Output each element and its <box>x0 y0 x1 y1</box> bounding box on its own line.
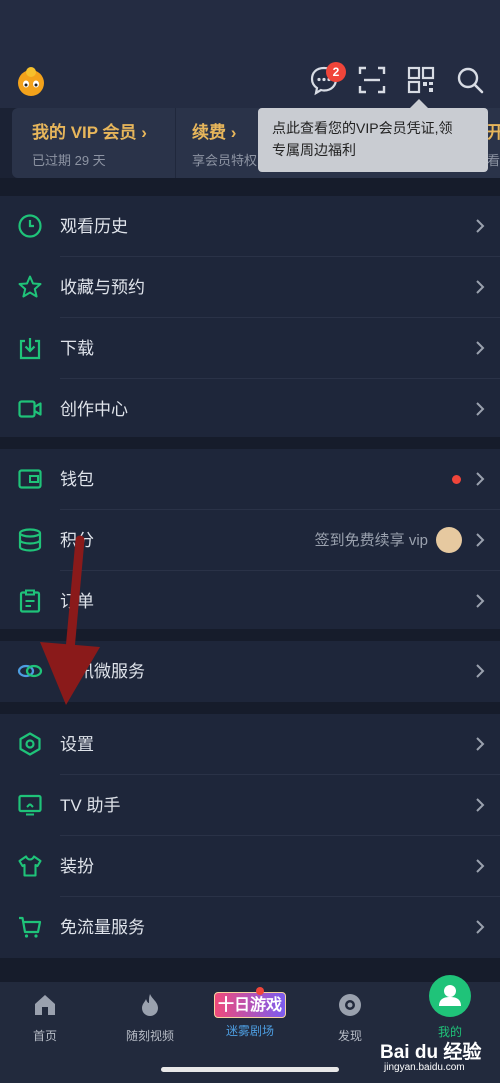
chevron-right-icon <box>476 533 485 547</box>
qrcode-icon[interactable] <box>405 64 437 96</box>
vip-member-card[interactable]: 我的 VIP 会员 › 已过期 29 天 <box>32 118 147 169</box>
menu-label-dressup: 装扮 <box>60 857 94 876</box>
chevron-right-icon <box>476 664 485 678</box>
chevron-right-icon <box>476 859 485 873</box>
profile-icon <box>429 975 471 1017</box>
link-icon <box>17 664 43 678</box>
menu-label-weiservice: 腾讯微服务 <box>60 662 145 681</box>
chevron-right-icon <box>476 402 485 416</box>
chevron-right-icon <box>476 737 485 751</box>
watermark-url: jingyan.baidu.com <box>384 1062 465 1073</box>
vip-open-card[interactable]: 开 看 <box>487 118 500 169</box>
menu-label-creator: 创作中心 <box>60 400 128 419</box>
menu-item-favorites[interactable]: 收藏与预约 <box>0 257 500 318</box>
wallet-icon <box>18 469 42 489</box>
video-camera-icon <box>18 400 42 418</box>
chevron-right-icon <box>476 594 485 608</box>
menu-section-2: 钱包 积分 签到免费续享 vip 订单 <box>0 449 500 632</box>
tab-home[interactable]: 首页 <box>0 992 90 1044</box>
vip-tooltip[interactable]: 点此查看您的VIP会员凭证,领 专属周边福利 <box>258 108 488 172</box>
section-gap <box>0 178 500 196</box>
download-icon <box>19 338 41 360</box>
points-hint: 签到免费续享 vip <box>314 532 428 549</box>
vip-divider <box>175 108 176 178</box>
vip-member-title: 我的 VIP 会员 › <box>32 123 147 142</box>
menu-label-download: 下载 <box>60 339 94 358</box>
tooltip-line1: 点此查看您的VIP会员凭证,领 <box>272 120 453 136</box>
menu-section-1: 观看历史 收藏与预约 下载 创作中心 <box>0 196 500 440</box>
menu-label-history: 观看历史 <box>60 217 128 236</box>
tab-label-shorts: 随刻视频 <box>125 1029 174 1043</box>
menu-item-weiservice[interactable]: 腾讯微服务 <box>0 641 500 702</box>
wallet-notification-dot <box>452 475 461 484</box>
tv-icon <box>18 794 42 816</box>
tooltip-arrow <box>410 99 428 108</box>
menu-section-3: 腾讯微服务 <box>0 641 500 703</box>
vip-open-title: 开 <box>487 123 500 142</box>
chevron-right-icon <box>476 920 485 934</box>
chevron-right-icon <box>476 472 485 486</box>
chevron-right-icon <box>476 798 485 812</box>
menu-item-wallet[interactable]: 钱包 <box>0 449 500 510</box>
tooltip-line2: 专属周边福利 <box>272 142 356 158</box>
vip-member-sub: 已过期 29 天 <box>32 153 106 168</box>
chevron-right-icon <box>476 341 485 355</box>
menu-label-freeflow: 免流量服务 <box>60 918 145 937</box>
scan-icon[interactable] <box>356 64 388 96</box>
flame-icon <box>142 994 158 1016</box>
tab-label-drama: 迷雾剧场 <box>225 1024 274 1038</box>
menu-label-wallet: 钱包 <box>60 470 94 489</box>
clock-icon <box>18 214 42 238</box>
message-badge: 2 <box>326 62 346 82</box>
menu-item-tv[interactable]: TV 助手 <box>0 775 500 836</box>
menu-label-tv: TV 助手 <box>60 796 121 815</box>
vip-open-sub: 看 <box>487 153 500 168</box>
home-indicator[interactable] <box>161 1067 339 1072</box>
vip-renew-card[interactable]: 续费 › 享会员特权 <box>192 118 257 169</box>
settings-hexagon-icon <box>19 732 41 756</box>
home-icon <box>35 995 55 1015</box>
star-icon <box>18 275 42 298</box>
menu-label-points: 积分 <box>60 531 94 550</box>
tab-drama[interactable]: 十日游戏 迷雾剧场 <box>205 987 295 1039</box>
chevron-right-icon <box>476 219 485 233</box>
tab-label-home: 首页 <box>32 1029 57 1043</box>
top-bar: 2 <box>0 0 500 108</box>
clipboard-icon <box>19 589 41 613</box>
menu-label-settings: 设置 <box>60 735 94 754</box>
coins-stack-icon <box>18 528 42 552</box>
avatar-icon[interactable] <box>14 64 48 98</box>
menu-item-download[interactable]: 下载 <box>0 318 500 379</box>
menu-item-points[interactable]: 积分 签到免费续享 vip <box>0 510 500 571</box>
vip-coin-icon <box>436 527 462 553</box>
vip-renew-title: 续费 › <box>192 123 237 142</box>
cart-icon <box>19 916 42 938</box>
menu-item-freeflow[interactable]: 免流量服务 <box>0 897 500 958</box>
tshirt-icon <box>18 855 42 877</box>
tab-shorts[interactable]: 随刻视频 <box>105 992 195 1044</box>
watermark-brand: Bai du 经验 <box>380 1042 482 1063</box>
section-gap <box>0 437 500 449</box>
search-icon[interactable] <box>454 64 486 96</box>
menu-label-orders: 订单 <box>60 592 94 611</box>
section-gap <box>0 702 500 714</box>
menu-item-settings[interactable]: 设置 <box>0 714 500 775</box>
section-gap <box>0 629 500 641</box>
menu-item-dressup[interactable]: 装扮 <box>0 836 500 897</box>
tab-mine[interactable]: 我的 <box>405 974 495 1040</box>
vip-renew-sub: 享会员特权 <box>192 153 258 168</box>
menu-item-history[interactable]: 观看历史 <box>0 196 500 257</box>
drama-notification-dot <box>256 987 264 995</box>
menu-item-creator[interactable]: 创作中心 <box>0 379 500 440</box>
menu-section-4: 设置 TV 助手 装扮 免流量服务 <box>0 714 500 958</box>
game-banner: 十日游戏 <box>214 992 286 1018</box>
menu-item-orders[interactable]: 订单 <box>0 571 500 632</box>
chevron-right-icon <box>476 280 485 294</box>
compass-icon <box>339 994 361 1016</box>
menu-label-favorites: 收藏与预约 <box>60 278 145 297</box>
